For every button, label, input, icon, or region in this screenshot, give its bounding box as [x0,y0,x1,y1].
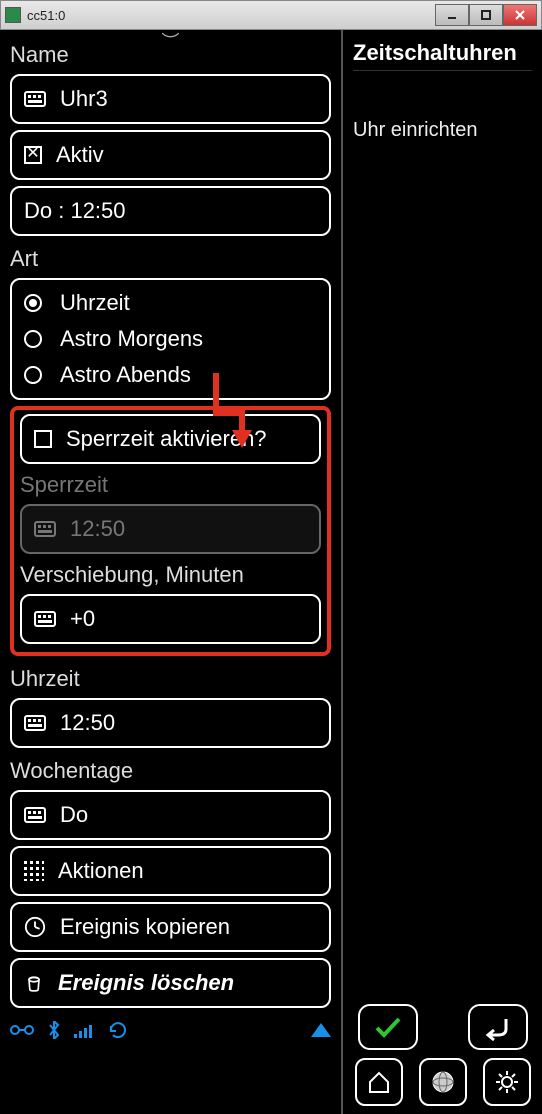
home-button[interactable] [355,1058,403,1106]
verschiebung-label: Verschiebung, Minuten [20,562,321,588]
wochentage-value: Do [60,802,88,828]
art-radiogroup: Uhrzeit Astro Morgens Astro Abends [10,278,331,400]
art-label: Art [10,246,331,272]
keyboard-icon [24,807,46,823]
signal-icon [74,1022,96,1038]
home-icon [366,1069,392,1095]
aktionen-label: Aktionen [58,858,144,884]
confirm-button[interactable] [358,1004,418,1050]
panel-title: Zeitschaltuhren [353,40,532,71]
pull-handle-icon: ︶ [162,28,180,54]
summary-field[interactable]: Do : 12:50 [10,186,331,236]
aktionen-button[interactable]: Aktionen [10,846,331,896]
active-toggle[interactable]: ✕ Aktiv [10,130,331,180]
checkbox-checked-icon: ✕ [24,146,42,164]
radio-astro-morgens[interactable]: Astro Morgens [24,322,317,356]
uhrzeit-label: Uhrzeit [10,666,331,692]
copy-event-button[interactable]: Ereignis kopieren [10,902,331,952]
wochentage-label: Wochentage [10,758,331,784]
active-label: Aktiv [56,142,104,168]
delete-event-button[interactable]: Ereignis löschen [10,958,331,1008]
globe-icon [429,1068,457,1096]
keyboard-icon [24,715,46,731]
trash-icon [24,972,44,994]
verschiebung-value: +0 [70,606,95,632]
status-bar [10,1014,331,1042]
verschiebung-input[interactable]: +0 [20,594,321,644]
radio-uhrzeit[interactable]: Uhrzeit [24,286,317,320]
settings-button[interactable] [483,1058,531,1106]
maximize-button[interactable] [469,4,503,26]
summary-value: Do : 12:50 [24,198,126,224]
sperrzeit-label: Sperrzeit [20,472,321,498]
sperrzeit-activate-toggle[interactable]: Sperrzeit aktivieren? [20,414,321,464]
sperrzeit-input[interactable]: 12:50 [20,504,321,554]
uhrzeit-input[interactable]: 12:50 [10,698,331,748]
delete-label: Ereignis löschen [58,970,234,996]
window-titlebar: cc51:0 [0,0,542,30]
radio-icon [24,294,42,312]
uhrzeit-value: 12:50 [60,710,115,736]
sperrzeit-value: 12:50 [70,516,125,542]
wochentage-input[interactable]: Do [10,790,331,840]
radio-label: Astro Morgens [60,326,203,352]
minimize-button[interactable] [435,4,469,26]
app-icon [5,7,21,23]
main-panel: ︶ Name Uhr3 ✕ Aktiv Do : 12:50 Art Uhrze… [0,30,343,1114]
radio-icon [24,366,42,384]
close-button[interactable] [503,4,537,26]
clock-icon [24,916,46,938]
panel-subtitle: Uhr einrichten [353,119,532,142]
check-icon [373,1015,403,1039]
radio-label: Uhrzeit [60,290,130,316]
refresh-icon [108,1020,128,1040]
radio-astro-abends[interactable]: Astro Abends [24,358,317,392]
side-panel: Zeitschaltuhren Uhr einrichten [343,30,542,1114]
link-icon [10,1022,34,1038]
name-value: Uhr3 [60,86,108,112]
back-arrow-icon [484,1013,512,1041]
keyboard-icon [24,91,46,107]
radio-label: Astro Abends [60,362,191,388]
back-button[interactable] [468,1004,528,1050]
name-input[interactable]: Uhr3 [10,74,331,124]
radio-icon [24,330,42,348]
sperrzeit-activate-label: Sperrzeit aktivieren? [66,426,267,452]
gear-icon [494,1069,520,1095]
window-title: cc51:0 [27,8,429,23]
copy-label: Ereignis kopieren [60,914,230,940]
highlighted-section: Sperrzeit aktivieren? Sperrzeit 12:50 Ve… [10,406,331,656]
bluetooth-icon [46,1021,62,1039]
expand-up-icon[interactable] [311,1023,331,1037]
grid-icon [24,861,44,881]
checkbox-empty-icon [34,430,52,448]
globe-button[interactable] [419,1058,467,1106]
keyboard-icon [34,521,56,537]
keyboard-icon [34,611,56,627]
